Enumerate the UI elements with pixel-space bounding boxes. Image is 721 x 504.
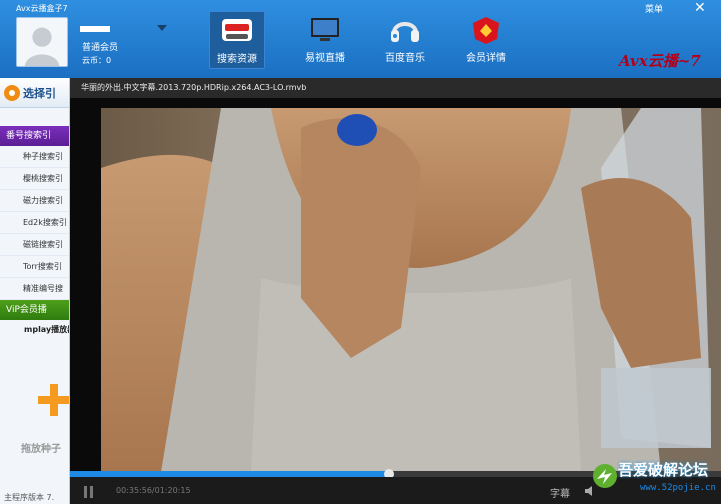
drag-torrent-label: 拖放种子 (21, 444, 61, 455)
sidebar-item[interactable]: Ed2k搜索引 (0, 212, 69, 234)
file-name: 华丽的外出.中文字幕.2013.720p.HDRip.x264.AC3-LO.r… (70, 78, 721, 98)
sidebar-item[interactable]: Torr搜索引 (0, 256, 69, 278)
subtitle-button[interactable]: 字幕 (550, 485, 570, 500)
video-frame[interactable] (101, 108, 721, 472)
video-content-image (101, 108, 721, 472)
sidebar-item[interactable]: 磁链搜索引 (0, 234, 69, 256)
nav-label: 易视直播 (305, 53, 345, 64)
brand-logo: Avx云播~7 (619, 52, 701, 70)
watermark-url: www.52pojie.cn (640, 483, 716, 493)
user-coins: 云币：0 (82, 56, 112, 65)
player-controls: 00:35:56/01:20:15 字幕 吾爱破解论坛 www.52pojie.… (70, 461, 721, 504)
app-title: Avx云播盒子7 (16, 4, 68, 13)
watermark-title: 吾爱破解论坛 (618, 461, 709, 479)
pause-icon[interactable] (84, 486, 94, 498)
video-player: 华丽的外出.中文字幕.2013.720p.HDRip.x264.AC3-LO.r… (70, 78, 721, 504)
version-label: 主程序版本 7. (4, 493, 55, 502)
watermark-logo-icon (593, 464, 617, 488)
close-icon[interactable]: ✕ (694, 0, 706, 16)
user-level: 普通会员 (82, 43, 119, 53)
select-engine-header: 选择引 (0, 78, 69, 108)
nav-baidu-music[interactable]: 百度音乐 (377, 11, 433, 69)
top-header: Avx云播盒子7 普通会员 云币：0 搜索资源 易视直播 百度音乐 会员详情 菜… (0, 0, 721, 78)
section-search-engines[interactable]: 番号搜索引 (0, 126, 69, 146)
user-dropdown-icon[interactable] (157, 25, 167, 31)
user-avatar-icon (17, 18, 67, 66)
sidebar-item[interactable]: 精准编号搜 (0, 278, 69, 300)
playback-time: 00:35:56/01:20:15 (116, 486, 191, 495)
nav-label: 百度音乐 (385, 53, 425, 64)
vip-badge-icon (473, 17, 499, 44)
select-engine-title: 选择引 (23, 86, 56, 100)
user-name-redacted (80, 26, 110, 32)
nav-label: 搜索资源 (217, 54, 257, 65)
section-vip-player[interactable]: ViP会员播 (0, 300, 69, 320)
nav-search-resources[interactable]: 搜索资源 (209, 11, 265, 69)
gear-icon (4, 84, 20, 101)
sidebar-item[interactable]: 种子搜索引 (0, 146, 69, 168)
mplay-item[interactable]: mplay播放器 (0, 320, 69, 340)
nav-live-tv[interactable]: 易视直播 (297, 11, 353, 69)
nav-label: 会员详情 (466, 53, 506, 64)
add-torrent-icon[interactable] (38, 384, 69, 416)
sidebar-item[interactable]: 磁力搜索引 (0, 190, 69, 212)
tv-icon (311, 18, 339, 41)
headphones-icon (391, 22, 419, 42)
sidebar: 选择引 番号搜索引 种子搜索引 樱桃搜索引 磁力搜索引 Ed2k搜索引 磁链搜索… (0, 78, 70, 504)
menu-button[interactable]: 菜单 (645, 2, 663, 15)
sidebar-item[interactable]: 樱桃搜索引 (0, 168, 69, 190)
nav-vip-details[interactable]: 会员详情 (458, 11, 514, 69)
avatar[interactable] (16, 17, 68, 67)
search-resources-icon (222, 19, 252, 41)
watermark: 吾爱破解论坛 www.52pojie.cn (590, 459, 720, 504)
